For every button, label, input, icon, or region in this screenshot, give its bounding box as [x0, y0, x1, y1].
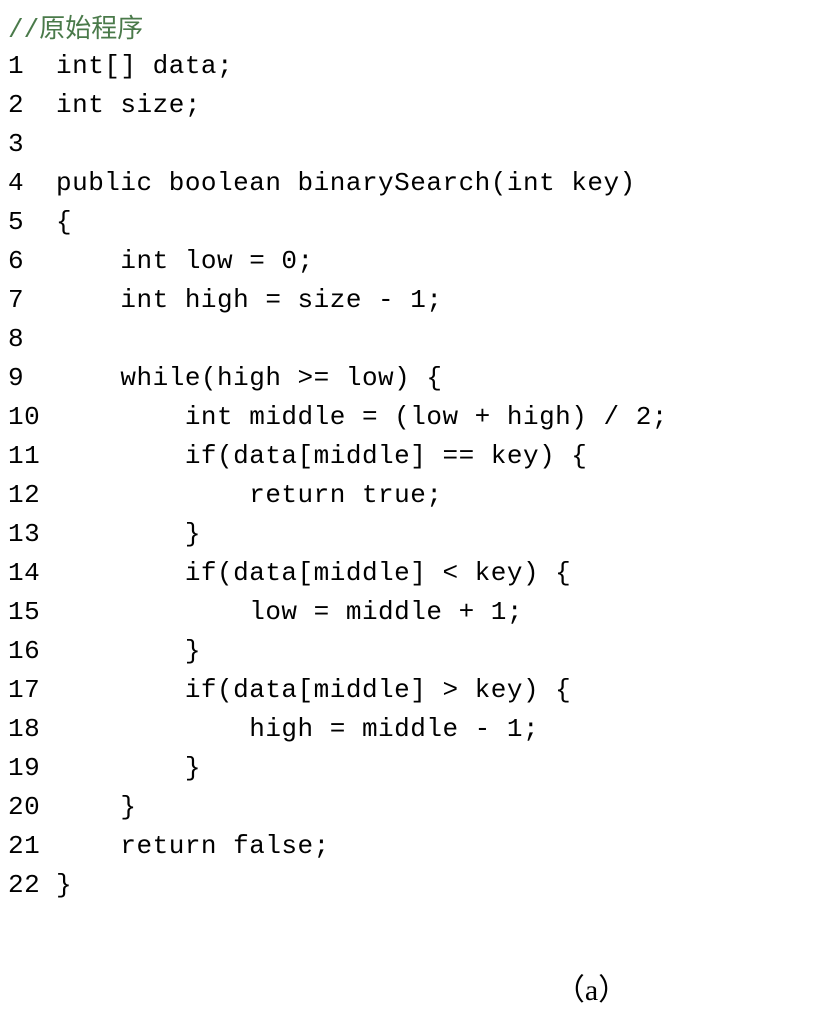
code-line: 1int[] data; — [8, 47, 815, 86]
code-text: while(high >= low) { — [56, 359, 442, 398]
code-text: } — [56, 632, 201, 671]
line-number: 22 — [8, 866, 56, 905]
code-text: int high = size - 1; — [56, 281, 442, 320]
code-text: } — [56, 788, 137, 827]
line-number: 11 — [8, 437, 56, 476]
code-text: int low = 0; — [56, 242, 314, 281]
code-line: 22} — [8, 866, 815, 905]
code-line: 10 int middle = (low + high) / 2; — [8, 398, 815, 437]
line-number: 4 — [8, 164, 56, 203]
line-number: 12 — [8, 476, 56, 515]
code-line: 4public boolean binarySearch(int key) — [8, 164, 815, 203]
line-number: 5 — [8, 203, 56, 242]
code-text: return true; — [56, 476, 442, 515]
line-number: 6 — [8, 242, 56, 281]
code-line: 9 while(high >= low) { — [8, 359, 815, 398]
code-line: 5{ — [8, 203, 815, 242]
line-number: 15 — [8, 593, 56, 632]
code-text: int middle = (low + high) / 2; — [56, 398, 668, 437]
code-text: return false; — [56, 827, 330, 866]
code-line: 20 } — [8, 788, 815, 827]
line-number: 9 — [8, 359, 56, 398]
line-number: 16 — [8, 632, 56, 671]
line-number: 7 — [8, 281, 56, 320]
code-line: 18 high = middle - 1; — [8, 710, 815, 749]
code-line: 8 — [8, 320, 815, 359]
code-text: if(data[middle] < key) { — [56, 554, 571, 593]
line-number: 18 — [8, 710, 56, 749]
code-text: if(data[middle] > key) { — [56, 671, 571, 710]
code-text: int[] data; — [56, 47, 233, 86]
code-line: 14 if(data[middle] < key) { — [8, 554, 815, 593]
code-text: low = middle + 1; — [56, 593, 523, 632]
code-text: } — [56, 749, 201, 788]
line-number: 14 — [8, 554, 56, 593]
figure-caption: （a） — [368, 965, 815, 1009]
code-text: public boolean binarySearch(int key) — [56, 164, 636, 203]
code-block: 1int[] data;2int size;34public boolean b… — [8, 47, 815, 905]
code-line: 2int size; — [8, 86, 815, 125]
code-text: { — [56, 203, 72, 242]
code-line: 17 if(data[middle] > key) { — [8, 671, 815, 710]
line-number: 13 — [8, 515, 56, 554]
line-number: 2 — [8, 86, 56, 125]
code-comment: //原始程序 — [8, 8, 815, 45]
line-number: 3 — [8, 125, 56, 164]
line-number: 8 — [8, 320, 56, 359]
line-number: 1 — [8, 47, 56, 86]
code-line: 6 int low = 0; — [8, 242, 815, 281]
code-text: if(data[middle] == key) { — [56, 437, 587, 476]
code-line: 12 return true; — [8, 476, 815, 515]
code-line: 13 } — [8, 515, 815, 554]
line-number: 10 — [8, 398, 56, 437]
code-line: 3 — [8, 125, 815, 164]
line-number: 19 — [8, 749, 56, 788]
line-number: 17 — [8, 671, 56, 710]
code-line: 21 return false; — [8, 827, 815, 866]
line-number: 20 — [8, 788, 56, 827]
code-line: 11 if(data[middle] == key) { — [8, 437, 815, 476]
line-number: 21 — [8, 827, 56, 866]
code-text: } — [56, 866, 72, 905]
code-text: high = middle - 1; — [56, 710, 539, 749]
code-line: 19 } — [8, 749, 815, 788]
code-text: int size; — [56, 86, 201, 125]
code-line: 7 int high = size - 1; — [8, 281, 815, 320]
code-text: } — [56, 515, 201, 554]
code-line: 16 } — [8, 632, 815, 671]
code-line: 15 low = middle + 1; — [8, 593, 815, 632]
